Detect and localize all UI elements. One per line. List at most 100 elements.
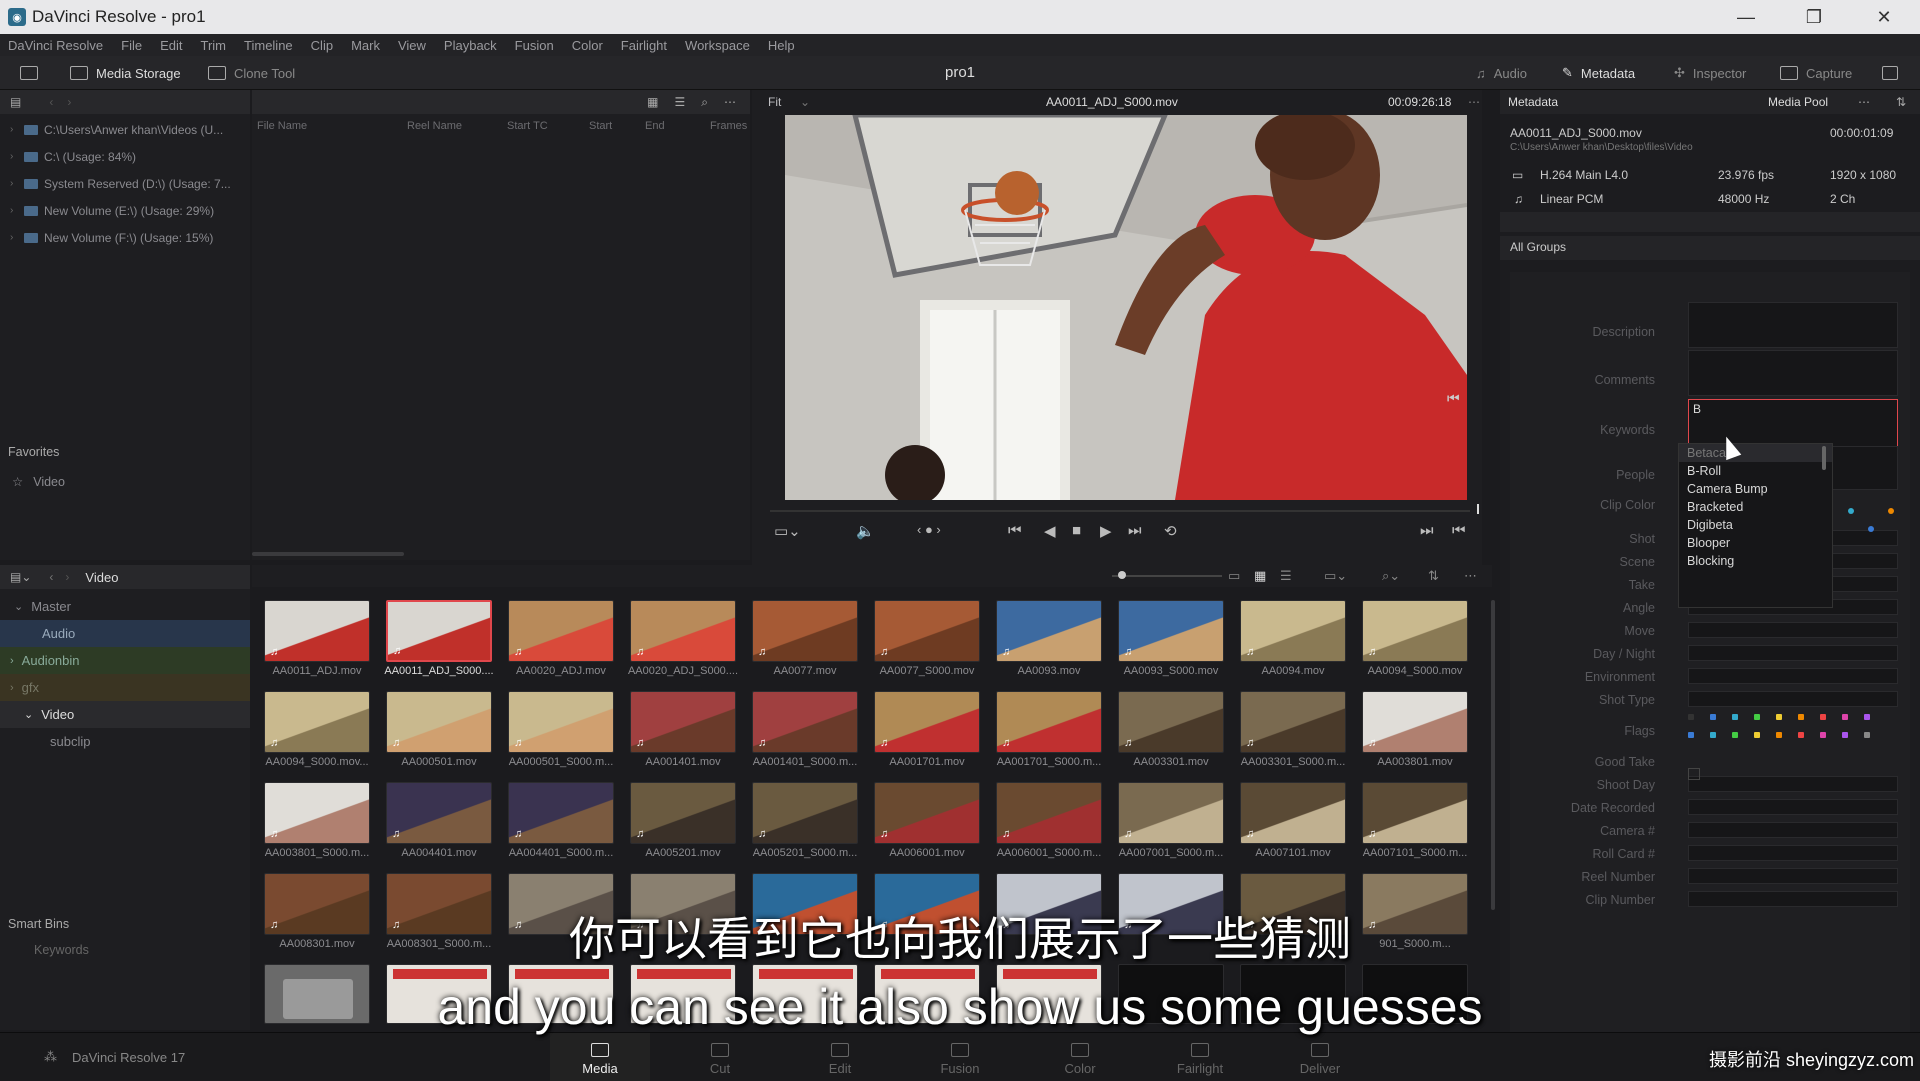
page-tab-media[interactable]: Media bbox=[550, 1033, 650, 1081]
clip-thumbnail[interactable]: ♫ bbox=[264, 782, 370, 844]
menu-item-0[interactable]: DaVinci Resolve bbox=[8, 38, 103, 53]
metadata-group-dropdown[interactable]: All Groups bbox=[1510, 240, 1566, 254]
last-frame-icon[interactable]: ⏭ bbox=[1128, 522, 1142, 539]
clip-thumbnail[interactable]: ♫ bbox=[752, 782, 858, 844]
flag-swatch[interactable] bbox=[1710, 732, 1716, 738]
keyword-suggestion-item[interactable]: Betacam bbox=[1679, 444, 1832, 462]
clip-thumbnail[interactable]: ♫ bbox=[1240, 782, 1346, 844]
search-icon[interactable]: ⌕ bbox=[701, 95, 708, 110]
favorite-item[interactable]: ☆Video bbox=[0, 468, 250, 495]
keyword-suggestion-item[interactable]: B-Roll bbox=[1679, 462, 1832, 480]
clip-thumbnail[interactable]: ♫ bbox=[996, 691, 1102, 753]
drive-row[interactable]: ›New Volume (F:\) (Usage: 15%) bbox=[0, 224, 250, 251]
list-view-icon-pool[interactable]: ☰ bbox=[1280, 568, 1292, 584]
clip-thumbnail[interactable]: ♫ bbox=[1362, 782, 1468, 844]
clip-thumbnail[interactable]: ♫ bbox=[874, 782, 980, 844]
clip-thumbnail[interactable]: ♫ bbox=[386, 782, 492, 844]
menu-item-10[interactable]: Color bbox=[572, 38, 603, 53]
zoom-dropdown[interactable]: Fit bbox=[768, 95, 781, 109]
clip-thumbnail[interactable]: ♫ bbox=[1240, 691, 1346, 753]
stop-icon[interactable]: ■ bbox=[1072, 522, 1081, 539]
page-tab-color[interactable]: Color bbox=[1030, 1033, 1130, 1081]
clip-thumbnail[interactable]: ♫ bbox=[874, 691, 980, 753]
list-view-icon[interactable]: ☰ bbox=[675, 95, 686, 109]
keyword-suggestion-item[interactable]: Bracketed bbox=[1679, 498, 1832, 516]
flag-swatch[interactable] bbox=[1688, 732, 1694, 738]
page-tab-deliver[interactable]: Deliver bbox=[1270, 1033, 1370, 1081]
clip-thumbnail[interactable]: ♫ bbox=[1118, 782, 1224, 844]
meta-field[interactable] bbox=[1688, 302, 1898, 348]
pool-dropdown-icon[interactable]: ▭⌄ bbox=[1324, 568, 1347, 584]
close-button[interactable]: ✕ bbox=[1856, 0, 1912, 34]
menu-item-5[interactable]: Clip bbox=[311, 38, 333, 53]
flag-swatch[interactable] bbox=[1754, 714, 1760, 720]
minimize-button[interactable]: — bbox=[1718, 0, 1774, 34]
bin-item[interactable]: ⌄Video bbox=[0, 701, 250, 728]
meta-field[interactable] bbox=[1688, 691, 1898, 707]
clip-thumbnail[interactable]: ♫ bbox=[508, 600, 614, 662]
clip-thumbnail[interactable]: ♫ bbox=[1118, 600, 1224, 662]
meta-field[interactable] bbox=[1688, 350, 1898, 396]
metadata-more-icon[interactable]: ⋯ bbox=[1858, 95, 1870, 109]
meta-field[interactable] bbox=[1688, 776, 1898, 792]
viewer-mode-icon[interactable]: ▭⌄ bbox=[774, 522, 801, 540]
keyword-suggestion-item[interactable]: Digibeta bbox=[1679, 516, 1832, 534]
clip-color-swatch[interactable] bbox=[1888, 508, 1894, 514]
menu-item-7[interactable]: View bbox=[398, 38, 426, 53]
restore-button[interactable]: ❐ bbox=[1786, 0, 1842, 34]
flag-swatch[interactable] bbox=[1776, 714, 1782, 720]
clip-thumbnail[interactable]: ♫ bbox=[630, 782, 736, 844]
jog-control-icon[interactable]: ‹ ● › bbox=[917, 522, 941, 537]
audio-button[interactable]: ♫Audio bbox=[1476, 56, 1527, 90]
metadata-view-icon[interactable]: ▭ bbox=[1228, 568, 1240, 584]
viewer-clip-name[interactable]: AA0011_ADJ_S000.mov bbox=[1046, 95, 1178, 109]
clip-thumbnail[interactable]: ♫ bbox=[1118, 691, 1224, 753]
clip-color-swatch[interactable] bbox=[1868, 526, 1874, 532]
pool-more-icon[interactable]: ⋯ bbox=[1464, 568, 1477, 584]
slider-handle[interactable] bbox=[1118, 571, 1126, 579]
flag-swatch[interactable] bbox=[1864, 732, 1870, 738]
menu-item-2[interactable]: Edit bbox=[160, 38, 182, 53]
column-header[interactable]: Start bbox=[589, 112, 612, 136]
suggestion-scrollbar[interactable] bbox=[1822, 446, 1826, 470]
fullscreen-icon[interactable] bbox=[1882, 56, 1898, 90]
flag-swatch[interactable] bbox=[1820, 732, 1826, 738]
playhead[interactable] bbox=[1477, 504, 1479, 514]
back-arrow-icon[interactable]: ‹ bbox=[49, 95, 53, 109]
bin-forward-icon[interactable]: › bbox=[65, 570, 69, 584]
panel-toggle-icon[interactable] bbox=[20, 56, 38, 90]
good-take-checkbox[interactable] bbox=[1688, 768, 1700, 780]
clone-tool-button[interactable]: Clone Tool bbox=[208, 56, 295, 90]
mark-out-icon[interactable]: ⏮ bbox=[1452, 522, 1466, 539]
viewer-more-icon[interactable]: ⋯ bbox=[1468, 95, 1480, 109]
clip-thumbnail[interactable]: ♫ bbox=[630, 691, 736, 753]
loop-icon[interactable]: ⟲ bbox=[1164, 522, 1177, 540]
clip-thumbnail[interactable]: ♫ bbox=[386, 691, 492, 753]
reverse-play-icon[interactable]: ◀ bbox=[1044, 522, 1056, 540]
thumbnail-view-icon[interactable]: ▦ bbox=[1254, 568, 1266, 584]
clip-thumbnail[interactable]: ♫ bbox=[264, 691, 370, 753]
scrubber-bar[interactable] bbox=[770, 510, 1470, 512]
flag-swatch[interactable] bbox=[1754, 732, 1760, 738]
flag-swatch[interactable] bbox=[1688, 714, 1694, 720]
bin-list-toggle-icon[interactable]: ▤⌄ bbox=[10, 570, 31, 584]
meta-field[interactable] bbox=[1688, 799, 1898, 815]
sort-icon[interactable]: ⇅ bbox=[1896, 95, 1906, 109]
flag-swatch[interactable] bbox=[1732, 714, 1738, 720]
bin-item[interactable]: Audio bbox=[0, 620, 250, 647]
clip-thumbnail[interactable]: ♫ bbox=[508, 782, 614, 844]
drive-row[interactable]: ›C:\Users\Anwer khan\Videos (U... bbox=[0, 116, 250, 143]
menu-item-4[interactable]: Timeline bbox=[244, 38, 293, 53]
menu-item-9[interactable]: Fusion bbox=[515, 38, 554, 53]
volume-icon[interactable]: 🔈 bbox=[856, 522, 875, 540]
media-storage-button[interactable]: Media Storage bbox=[70, 56, 181, 90]
page-tab-edit[interactable]: Edit bbox=[790, 1033, 890, 1081]
menu-item-11[interactable]: Fairlight bbox=[621, 38, 667, 53]
video-frame[interactable] bbox=[785, 115, 1467, 500]
clip-thumbnail[interactable]: ♫ bbox=[1240, 600, 1346, 662]
flag-swatch[interactable] bbox=[1820, 714, 1826, 720]
clip-thumbnail[interactable]: ♫ bbox=[386, 600, 492, 662]
clip-thumbnail[interactable]: ♫ bbox=[1362, 691, 1468, 753]
flag-swatch[interactable] bbox=[1710, 714, 1716, 720]
menu-item-13[interactable]: Help bbox=[768, 38, 795, 53]
